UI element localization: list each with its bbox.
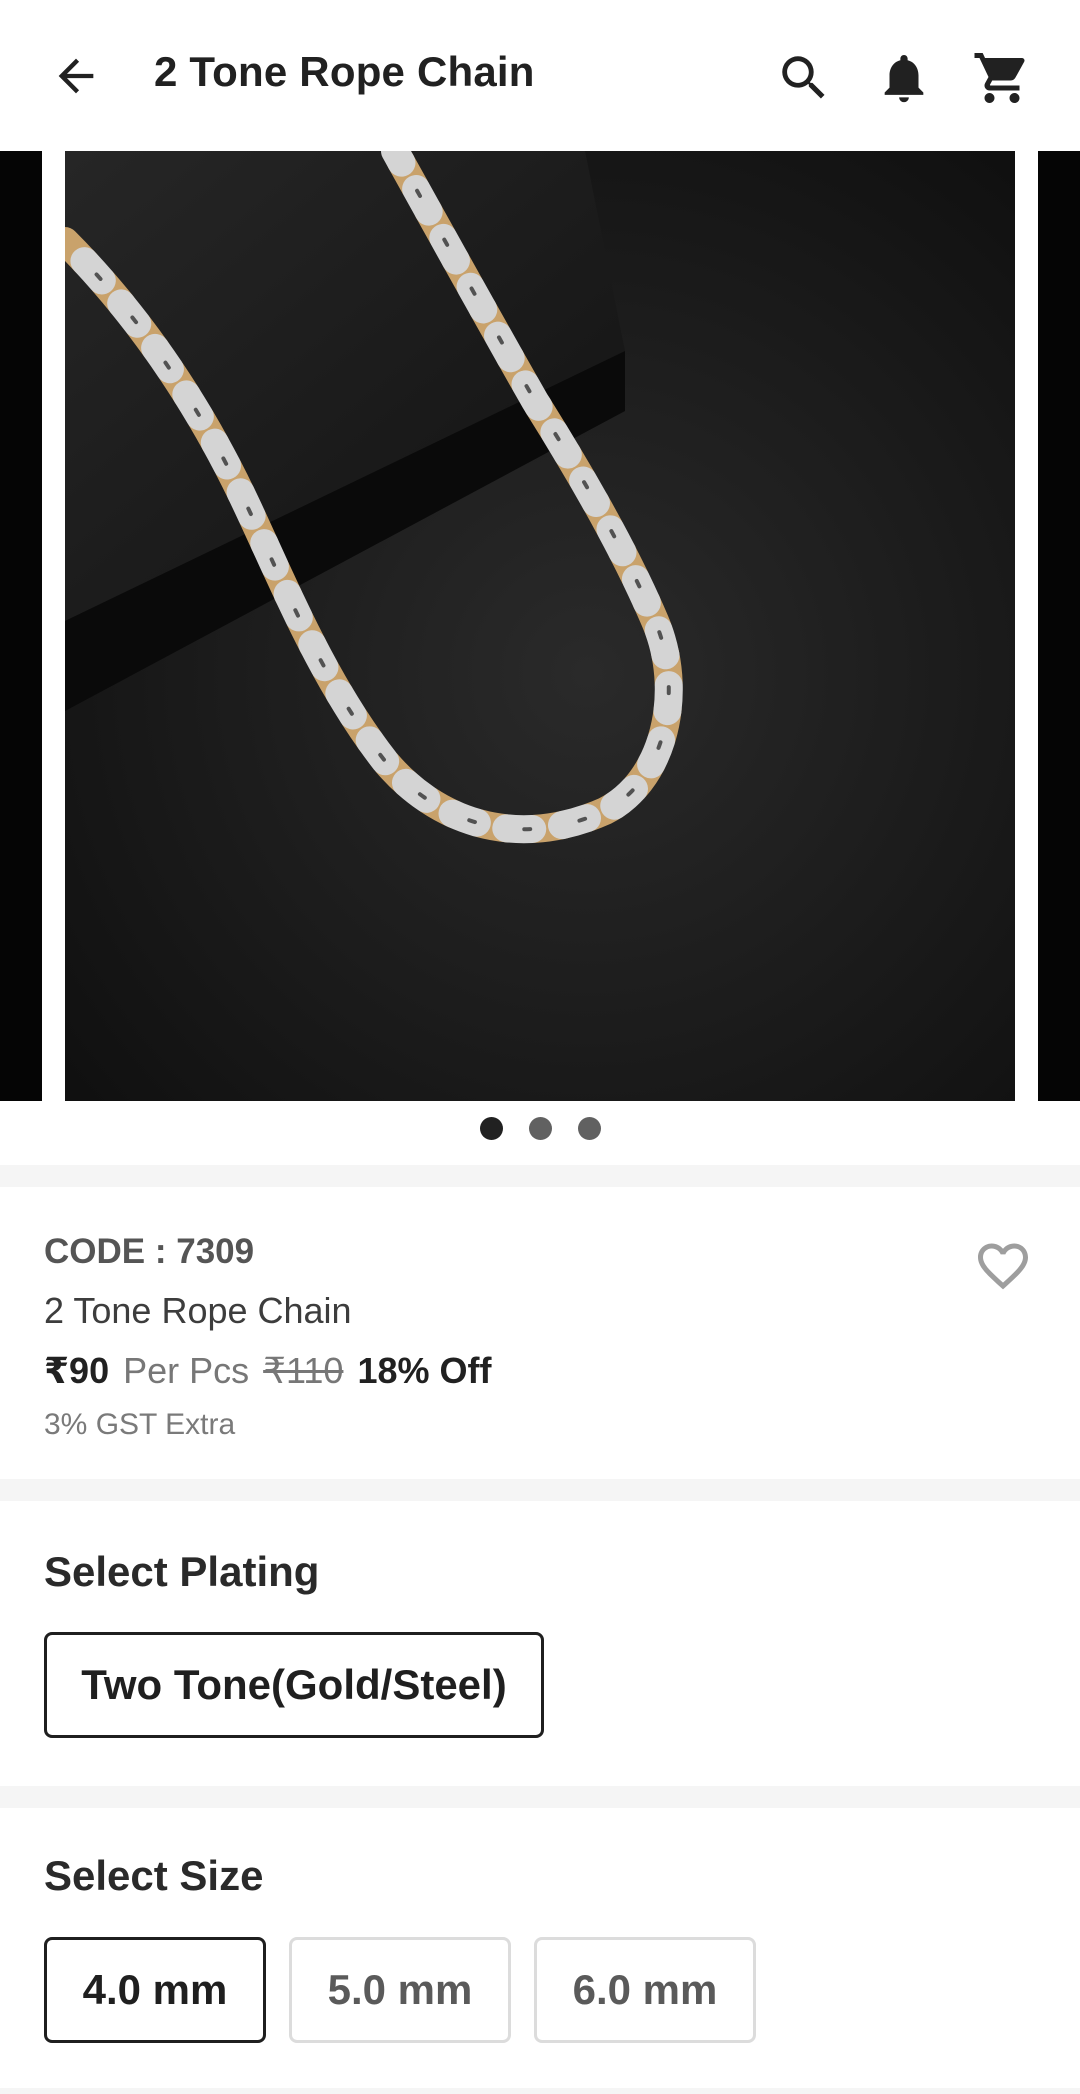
rope-chain-photo <box>65 151 1015 1101</box>
discount-badge: 18% Off <box>357 1350 492 1391</box>
next-slide-peek[interactable] <box>1038 151 1080 1101</box>
cart-button[interactable] <box>964 40 1040 116</box>
size-option-label: 5.0 mm <box>327 1966 473 2013</box>
plating-section-title: Select Plating <box>44 1548 320 1595</box>
arrow-back-icon <box>58 58 94 94</box>
price-unit: Per Pcs <box>123 1350 250 1391</box>
carousel-indicators <box>0 1117 1080 1147</box>
section-divider <box>0 1479 1080 1501</box>
size-option-label: 4.0 mm <box>82 1966 228 2013</box>
price-row: ₹90 Per Pcs ₹110 18% Off <box>44 1350 1044 1392</box>
size-section-title: Select Size <box>44 1852 264 1899</box>
cart-icon <box>974 53 1025 103</box>
carousel-dot[interactable] <box>528 1117 552 1140</box>
product-image-carousel[interactable] <box>0 151 1080 1101</box>
price: ₹90 <box>44 1350 110 1391</box>
carousel-dot[interactable] <box>479 1117 503 1140</box>
size-option[interactable]: 4.0 mm <box>44 1937 266 2043</box>
bell-icon <box>884 55 924 103</box>
size-option[interactable]: 5.0 mm <box>289 1937 511 2043</box>
wishlist-button[interactable] <box>970 1236 1036 1296</box>
product-name: 2 Tone Rope Chain <box>44 1290 352 1331</box>
section-divider <box>0 2088 1080 2094</box>
search-icon <box>782 56 825 99</box>
notification-button[interactable] <box>866 40 942 116</box>
heart-outline-icon <box>978 1243 1028 1290</box>
product-code: CODE : 7309 <box>44 1232 255 1271</box>
original-price: ₹110 <box>263 1350 344 1391</box>
tax-note: 3% GST Extra <box>44 1408 236 1441</box>
previous-slide-peek[interactable] <box>0 151 42 1101</box>
search-button[interactable] <box>766 40 842 116</box>
section-divider <box>0 1165 1080 1187</box>
size-option[interactable]: 6.0 mm <box>534 1937 756 2043</box>
plating-option-label: Two Tone(Gold/Steel) <box>81 1661 507 1708</box>
product-info: CODE : 7309 2 Tone Rope Chain ₹90 Per Pc… <box>44 1232 1044 1442</box>
page-title: 2 Tone Rope Chain <box>154 48 535 95</box>
back-button[interactable] <box>40 40 112 112</box>
section-divider <box>0 1786 1080 1808</box>
carousel-dot[interactable] <box>577 1117 601 1140</box>
product-image[interactable] <box>65 151 1015 1101</box>
plating-option[interactable]: Two Tone(Gold/Steel) <box>44 1632 544 1738</box>
app-bar: 2 Tone Rope Chain <box>0 0 1080 151</box>
size-option-label: 6.0 mm <box>572 1966 718 2013</box>
